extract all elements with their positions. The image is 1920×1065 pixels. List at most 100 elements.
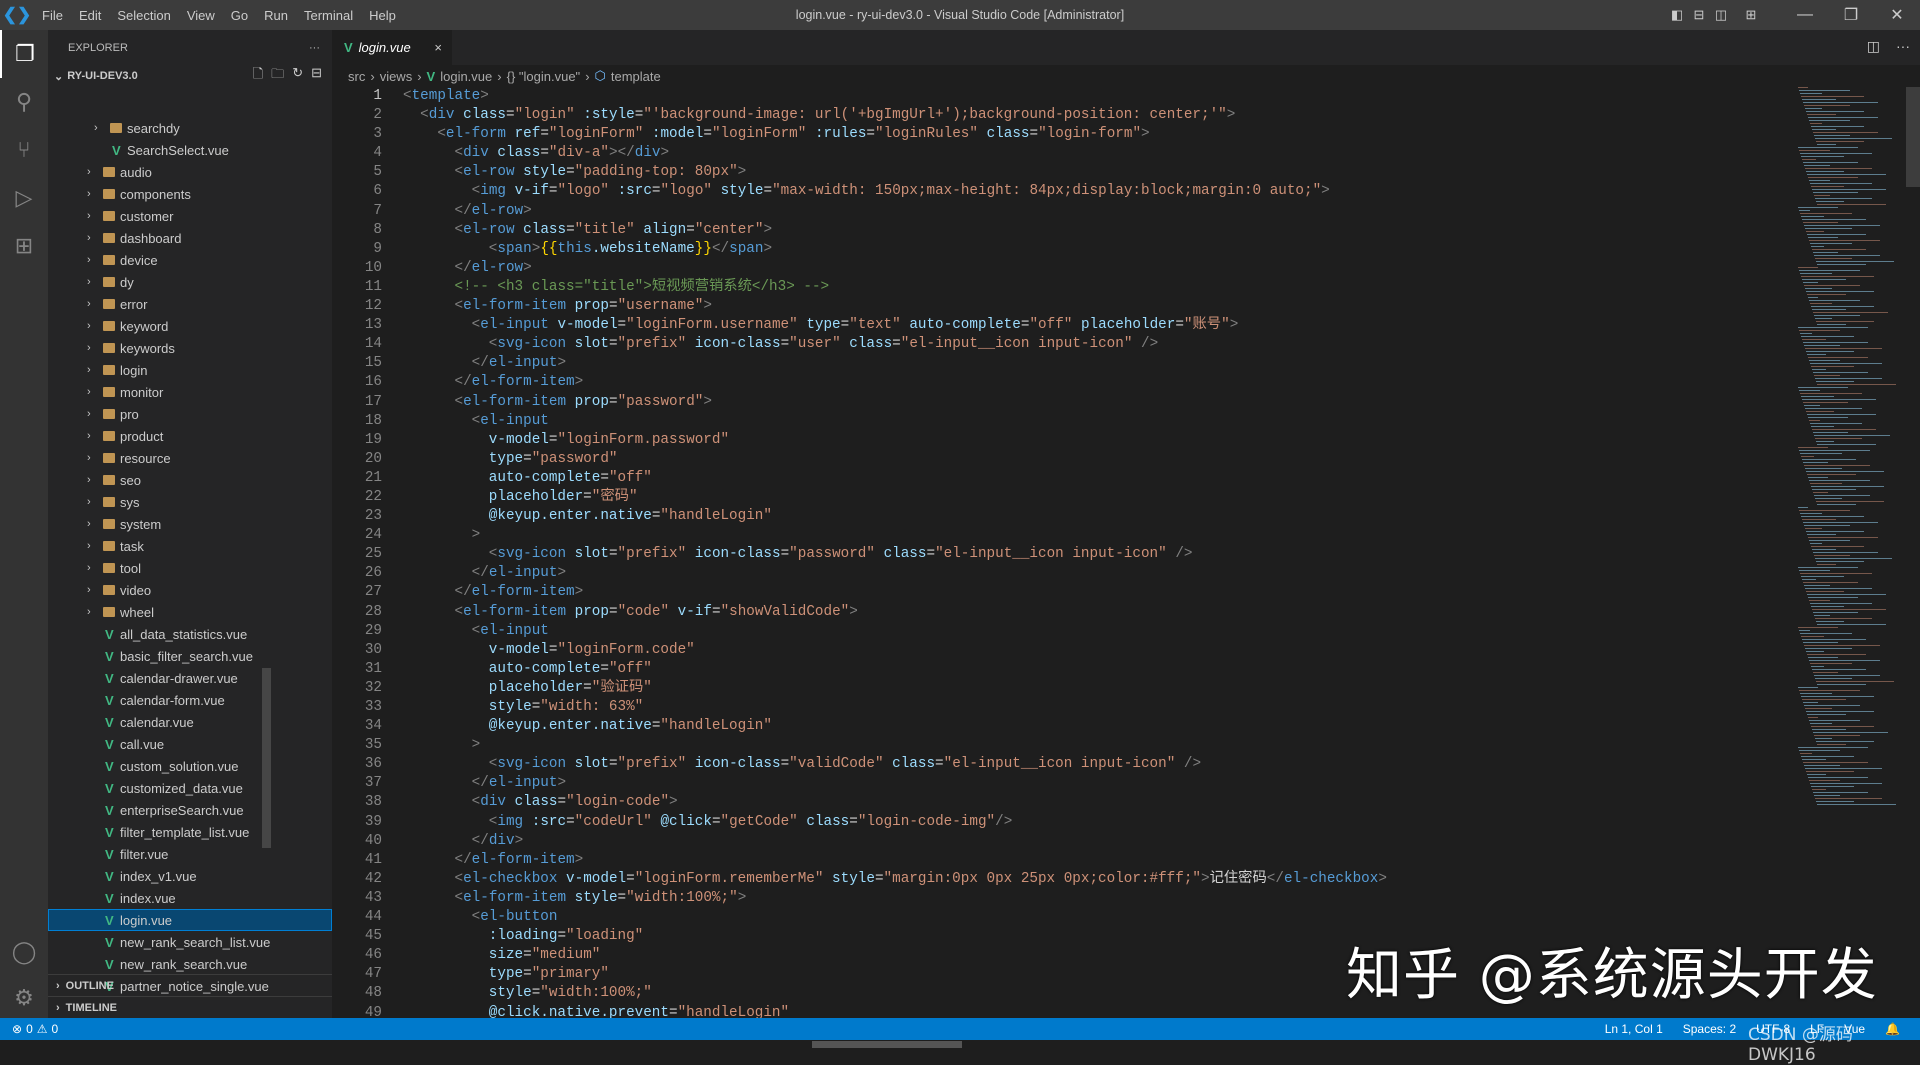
minimap-line	[1804, 225, 1880, 226]
menu-file[interactable]: File	[34, 8, 71, 23]
file-item[interactable]: Vcustomized_data.vue	[48, 777, 332, 799]
tab-login-vue[interactable]: V login.vue ×	[332, 30, 452, 65]
file-item[interactable]: VenterpriseSearch.vue	[48, 799, 332, 821]
breadcrumb-file[interactable]: login.vue	[440, 69, 492, 84]
folder-item[interactable]: › video	[48, 579, 332, 601]
file-item[interactable]: Vcalendar-drawer.vue	[48, 667, 332, 689]
code-editor[interactable]: 1 2 3 4 5 6 7 8 9 10 11 12 13 14 15 16 17 18 19 20 21 22 23 24 2…	[332, 87, 1920, 1018]
folder-item[interactable]: › keywords	[48, 337, 332, 359]
file-item[interactable]: Vfilter.vue	[48, 843, 332, 865]
item-label: wheel	[120, 604, 154, 620]
minimap-line	[1812, 729, 1846, 730]
folder-item[interactable]: › monitor	[48, 381, 332, 403]
folder-item[interactable]: › dy	[48, 271, 332, 293]
folder-item[interactable]: › task	[48, 535, 332, 557]
new-file-icon[interactable]: 🗋	[253, 65, 263, 87]
folder-item[interactable]: › searchdy	[48, 117, 332, 139]
run-debug-icon[interactable]: ▷	[0, 174, 48, 222]
outline-section[interactable]: › OUTLINE	[48, 974, 332, 996]
folder-item[interactable]: › components	[48, 183, 332, 205]
item-label: pro	[120, 406, 139, 422]
folder-item[interactable]: › resource	[48, 447, 332, 469]
toggle-panel-icon[interactable]: ⊟	[1688, 0, 1710, 30]
file-item[interactable]: Vcalendar-form.vue	[48, 689, 332, 711]
indentation[interactable]: Spaces: 2	[1683, 1022, 1736, 1036]
folder-item[interactable]: › seo	[48, 469, 332, 491]
folder-item[interactable]: › wheel	[48, 601, 332, 623]
file-item[interactable]: Vfilter_template_list.vue	[48, 821, 332, 843]
folder-item[interactable]: › error	[48, 293, 332, 315]
menu-terminal[interactable]: Terminal	[296, 8, 361, 23]
minimap-line	[1798, 207, 1838, 208]
project-root[interactable]: ⌄ RY-UI-DEV3.0 🗋 🗀 ↻ ⊟	[48, 65, 332, 87]
collapse-all-icon[interactable]: ⊟	[311, 65, 322, 87]
file-item[interactable]: Vindex.vue	[48, 887, 332, 909]
close-window-button[interactable]: ✕	[1874, 0, 1920, 30]
folder-item[interactable]: › sys	[48, 491, 332, 513]
sidebar-scrollbar[interactable]	[262, 668, 271, 848]
settings-gear-icon[interactable]: ⚙	[0, 974, 48, 1022]
minimize-button[interactable]: —	[1782, 0, 1828, 30]
folder-item[interactable]: › keyword	[48, 315, 332, 337]
file-item[interactable]: Vnew_rank_search_list.vue	[48, 931, 332, 953]
folder-item[interactable]: › pro	[48, 403, 332, 425]
folder-item[interactable]: › audio	[48, 161, 332, 183]
problems-indicator[interactable]: ⊗ 0 ⚠ 0	[0, 1022, 58, 1036]
extensions-icon[interactable]: ⊞	[0, 222, 48, 270]
file-item[interactable]: V SearchSelect.vue	[48, 139, 332, 161]
minimap-line	[1801, 276, 1874, 277]
menu-edit[interactable]: Edit	[71, 8, 109, 23]
breadcrumb-src[interactable]: src	[348, 69, 365, 84]
menu-view[interactable]: View	[179, 8, 223, 23]
folder-item[interactable]: › dashboard	[48, 227, 332, 249]
minimap-line	[1811, 486, 1884, 487]
minimap[interactable]	[1798, 87, 1898, 807]
menu-go[interactable]: Go	[223, 8, 256, 23]
code-content[interactable]: <template> <div class="login" :style="'b…	[403, 87, 1387, 1018]
breadcrumb-template[interactable]: template	[611, 69, 661, 84]
menu-help[interactable]: Help	[361, 8, 404, 23]
folder-item[interactable]: › tool	[48, 557, 332, 579]
folder-item[interactable]: › device	[48, 249, 332, 271]
folder-item[interactable]: › product	[48, 425, 332, 447]
toggle-secondary-sidebar-icon[interactable]: ◫	[1710, 0, 1732, 30]
file-item[interactable]: Vbasic_filter_search.vue	[48, 645, 332, 667]
file-item[interactable]: Vlogin.vue	[48, 909, 332, 931]
customize-layout-icon[interactable]: ⊞	[1740, 0, 1762, 30]
folder-item[interactable]: › system	[48, 513, 332, 535]
cursor-position[interactable]: Ln 1, Col 1	[1605, 1022, 1663, 1036]
search-icon[interactable]: ⚲	[0, 78, 48, 126]
minimap-line	[1810, 423, 1862, 424]
toggle-sidebar-icon[interactable]: ◧	[1666, 0, 1688, 30]
split-editor-icon[interactable]: ◫	[1867, 38, 1880, 55]
file-item[interactable]: Vindex_v1.vue	[48, 865, 332, 887]
explorer-icon[interactable]: ❐	[0, 30, 48, 78]
editor-more-actions-icon[interactable]: ···	[1896, 38, 1910, 55]
chevron-right-icon: ›	[87, 276, 91, 288]
file-item[interactable]: Vcustom_solution.vue	[48, 755, 332, 777]
file-item[interactable]: Vcalendar.vue	[48, 711, 332, 733]
menu-run[interactable]: Run	[256, 8, 296, 23]
editor-scrollbar[interactable]	[1906, 87, 1920, 187]
accounts-icon[interactable]: ◯	[0, 928, 48, 976]
breadcrumb-views[interactable]: views	[380, 69, 413, 84]
more-actions-icon[interactable]: ···	[309, 42, 320, 54]
file-item[interactable]: Vcall.vue	[48, 733, 332, 755]
restore-button[interactable]: ❐	[1828, 0, 1874, 30]
item-label: filter.vue	[120, 846, 169, 862]
vue-file-icon: V	[105, 802, 114, 818]
new-folder-icon[interactable]: 🗀	[271, 65, 284, 87]
file-item[interactable]: Vall_data_statistics.vue	[48, 623, 332, 645]
menu-selection[interactable]: Selection	[109, 8, 178, 23]
horizontal-scrollbar[interactable]	[812, 1041, 962, 1048]
source-control-icon[interactable]: ⑂	[0, 126, 48, 174]
close-tab-icon[interactable]: ×	[434, 40, 442, 55]
breadcrumb-module[interactable]: {} "login.vue"	[507, 69, 581, 84]
item-label: tool	[120, 560, 141, 576]
folder-item[interactable]: › login	[48, 359, 332, 381]
timeline-section[interactable]: › TIMELINE	[48, 996, 332, 1018]
folder-icon	[103, 453, 115, 463]
file-item[interactable]: Vnew_rank_search.vue	[48, 953, 332, 975]
refresh-icon[interactable]: ↻	[292, 65, 303, 87]
folder-item[interactable]: › customer	[48, 205, 332, 227]
